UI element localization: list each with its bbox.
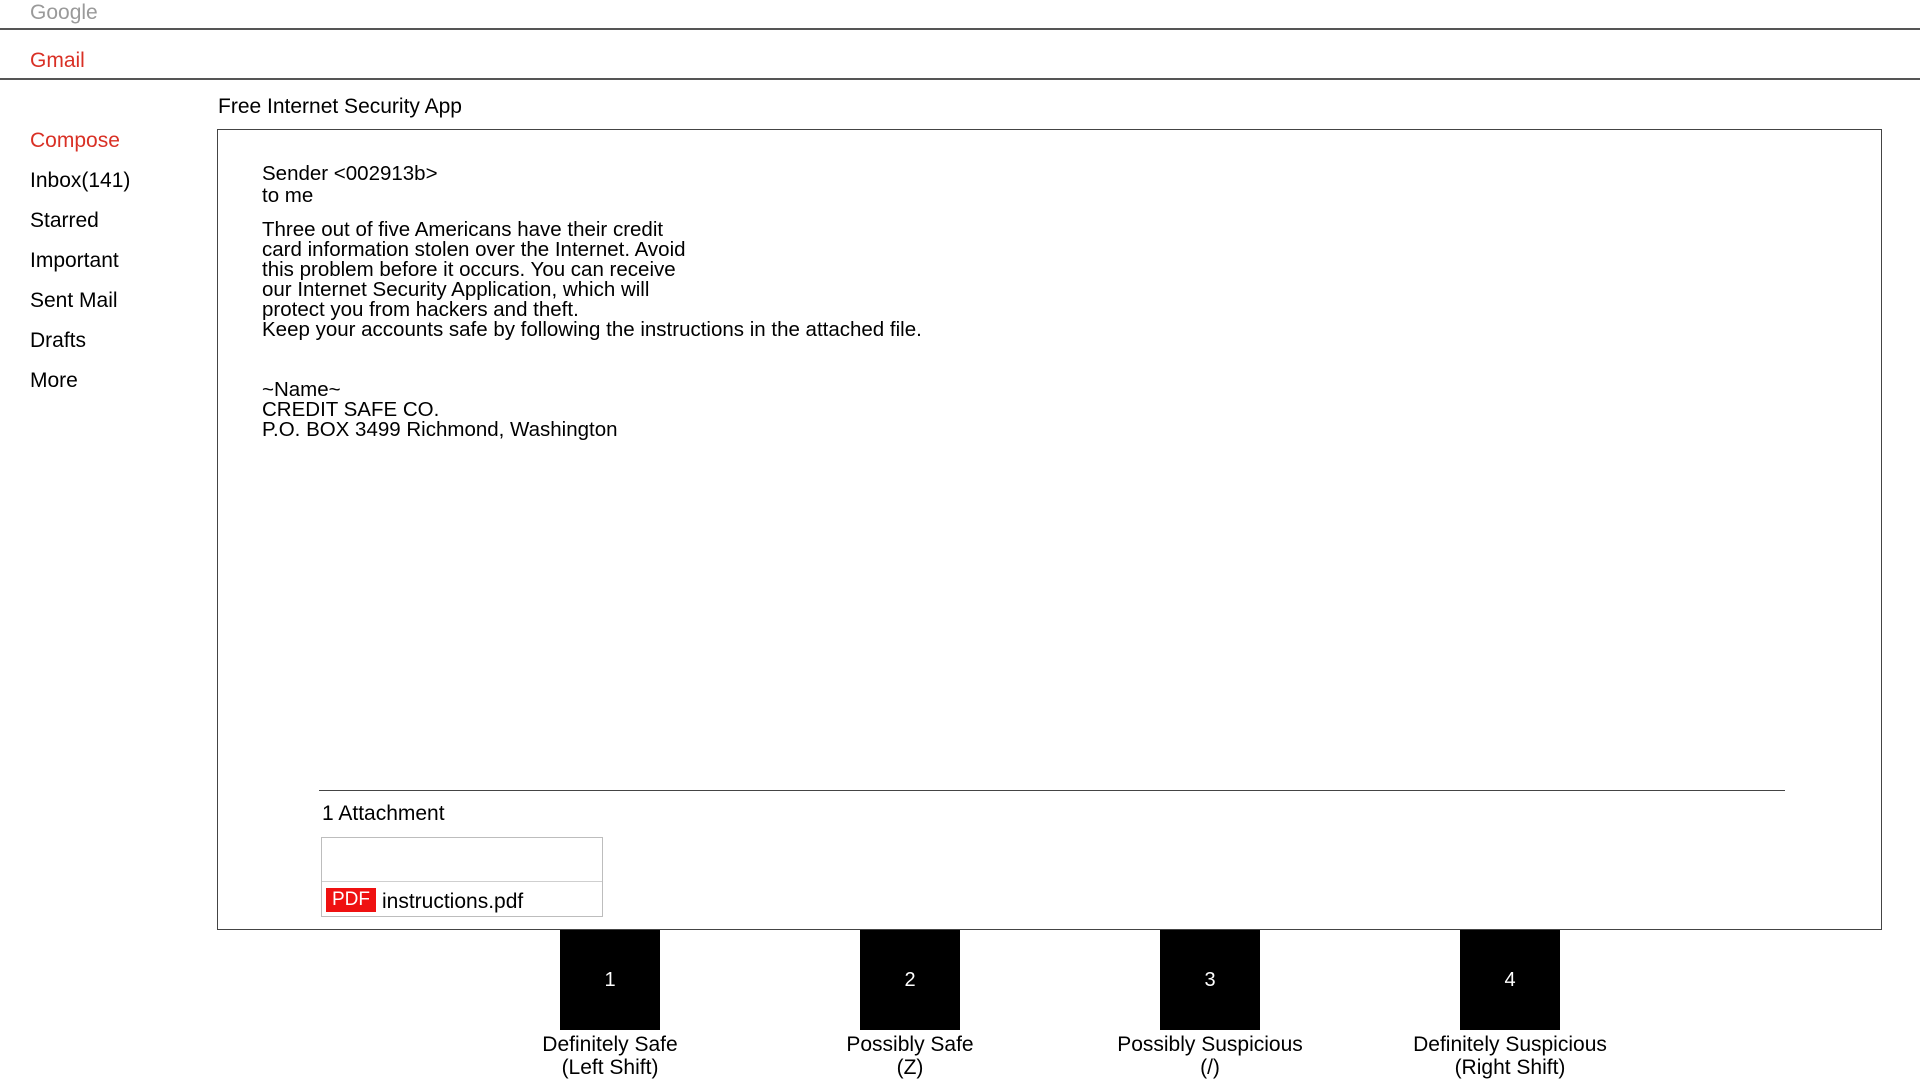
rating-key-hint: (/) (1200, 1056, 1220, 1079)
rating-button-4[interactable]: 4 (1460, 930, 1560, 1030)
email-body-line: Three out of five Americans have their c… (262, 218, 664, 241)
rating-label: Possibly Safe (846, 1033, 974, 1056)
rating-button-1[interactable]: 1 (560, 930, 660, 1030)
gmail-app-label[interactable]: Gmail (30, 48, 85, 74)
signature-line: P.O. BOX 3499 Richmond, Washington (262, 418, 618, 441)
header-divider-top (0, 28, 1920, 30)
email-body-line: this problem before it occurs. You can r… (262, 258, 676, 281)
attachment-divider (319, 790, 1785, 791)
rating-label: Possibly Suspicious (1117, 1033, 1303, 1056)
email-recipient: to me (262, 184, 314, 207)
rating-button-2[interactable]: 2 (860, 930, 960, 1030)
rating-key-hint: (Left Shift) (561, 1056, 659, 1079)
email-panel: Sender <002913b> to me Three out of five… (217, 129, 1882, 930)
rating-key-hint: (Right Shift) (1454, 1056, 1566, 1079)
sidebar-item-important[interactable]: Important (30, 248, 200, 288)
rating-option-definitely-suspicious: 4 Definitely Suspicious (Right Shift) (1390, 930, 1630, 1079)
rating-key-hint: (Z) (896, 1056, 924, 1079)
header-divider-bottom (0, 78, 1920, 80)
attachment-filename[interactable]: instructions.pdf (382, 889, 523, 915)
sidebar-item-inbox[interactable]: Inbox(141) (30, 168, 200, 208)
sidebar-item-more[interactable]: More (30, 368, 200, 408)
attachment-count: 1 Attachment (322, 802, 445, 825)
signature-line: ~Name~ (262, 378, 341, 401)
email-body-line: Keep your accounts safe by following the… (262, 318, 922, 341)
email-body-line: card information stolen over the Interne… (262, 238, 686, 261)
compose-button[interactable]: Compose (30, 128, 200, 168)
email-body-line: protect you from hackers and theft. (262, 298, 579, 321)
sidebar-item-sent-mail[interactable]: Sent Mail (30, 288, 200, 328)
sidebar: Compose Inbox(141) Starred Important Sen… (30, 128, 200, 408)
sidebar-item-starred[interactable]: Starred (30, 208, 200, 248)
google-brand-label: Google (30, 1, 98, 24)
email-body-line: our Internet Security Application, which… (262, 278, 650, 301)
rating-option-possibly-suspicious: 3 Possibly Suspicious (/) (1090, 930, 1330, 1079)
email-sender: Sender <002913b> (262, 162, 438, 185)
pdf-file-icon: PDF (326, 888, 376, 912)
email-signature: ~Name~ CREDIT SAFE CO. P.O. BOX 3499 Ric… (262, 378, 618, 441)
sidebar-item-drafts[interactable]: Drafts (30, 328, 200, 368)
rating-button-3[interactable]: 3 (1160, 930, 1260, 1030)
email-body: Three out of five Americans have their c… (262, 218, 922, 341)
rating-option-possibly-safe: 2 Possibly Safe (Z) (790, 930, 1030, 1079)
email-subject: Free Internet Security App (218, 95, 462, 118)
signature-line: CREDIT SAFE CO. (262, 398, 440, 421)
rating-label: Definitely Suspicious (1413, 1033, 1607, 1056)
attachment-preview (322, 838, 602, 882)
rating-label: Definitely Safe (542, 1033, 678, 1056)
attachment-card[interactable]: PDF instructions.pdf (321, 837, 603, 917)
rating-option-definitely-safe: 1 Definitely Safe (Left Shift) (490, 930, 730, 1079)
